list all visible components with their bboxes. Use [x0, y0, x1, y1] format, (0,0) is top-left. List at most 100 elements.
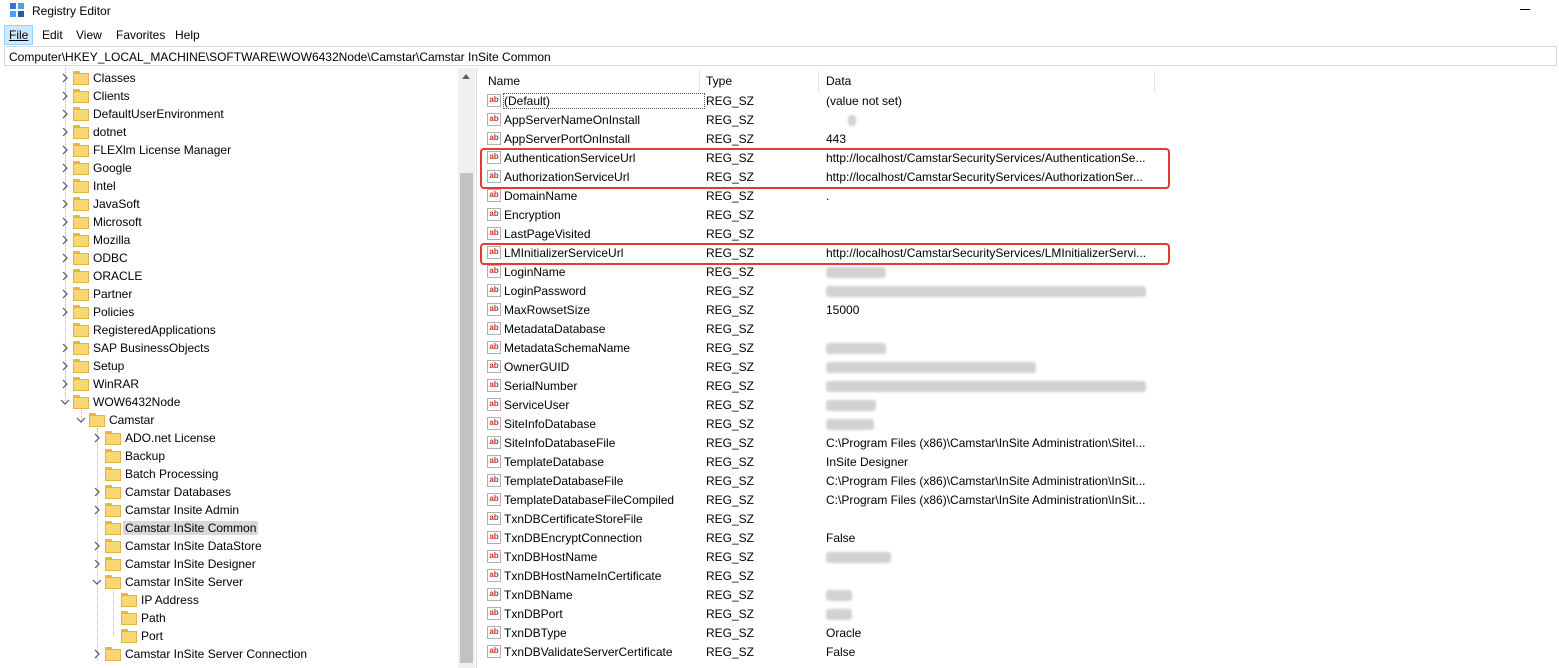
tree-item[interactable]: Port [0, 627, 456, 645]
tree-item[interactable]: DefaultUserEnvironment [0, 105, 456, 123]
menu-file[interactable]: File [4, 25, 34, 45]
tree-item[interactable]: Camstar InSite Server [0, 573, 456, 591]
column-separator[interactable] [818, 70, 819, 92]
chevron-right-icon[interactable] [92, 432, 102, 443]
scroll-thumb[interactable] [460, 173, 473, 663]
menu-help[interactable]: Help [171, 26, 204, 44]
tree-item[interactable]: Clients [0, 87, 456, 105]
tree-item[interactable]: WinRAR [0, 375, 456, 393]
chevron-right-icon[interactable] [60, 288, 70, 299]
tree-item[interactable]: Camstar Insite Admin [0, 501, 456, 519]
chevron-right-icon[interactable] [60, 270, 70, 281]
tree-scrollbar[interactable] [458, 68, 475, 668]
tree-item[interactable]: Camstar InSite DataStore [0, 537, 456, 555]
tree-item[interactable]: Camstar Databases [0, 483, 456, 501]
value-row[interactable]: ab SiteInfoDatabase REG_SZ [480, 415, 1559, 434]
chevron-right-icon[interactable] [60, 90, 70, 101]
chevron-right-icon[interactable] [60, 360, 70, 371]
chevron-right-icon[interactable] [60, 198, 70, 209]
tree-item[interactable]: Camstar InSite Designer [0, 555, 456, 573]
value-row[interactable]: ab TxnDBHostNameInCertificate REG_SZ [480, 567, 1559, 586]
value-row[interactable]: ab TxnDBPort REG_SZ [480, 605, 1559, 624]
value-row[interactable]: ab LoginName REG_SZ [480, 263, 1559, 282]
value-row[interactable]: ab TxnDBValidateServerCertificate REG_SZ Fa… [480, 643, 1559, 662]
tree-item[interactable]: Camstar InSite Server Connection [0, 645, 456, 663]
chevron-right-icon[interactable] [60, 216, 70, 227]
value-row[interactable]: ab OwnerGUID REG_SZ [480, 358, 1559, 377]
chevron-right-icon[interactable] [60, 144, 70, 155]
tree-item[interactable]: Camstar [0, 411, 456, 429]
chevron-right-icon[interactable] [60, 378, 70, 389]
tree-item[interactable]: JavaSoft [0, 195, 456, 213]
tree-item[interactable]: RegisteredApplications [0, 321, 456, 339]
value-row[interactable]: ab MaxRowsetSize REG_SZ 15000 [480, 301, 1559, 320]
column-separator[interactable] [699, 70, 700, 92]
scroll-up-icon[interactable] [462, 74, 470, 79]
value-row[interactable]: ab DomainName REG_SZ. [480, 187, 1559, 206]
value-row[interactable]: ab ServiceUser REG_SZ [480, 396, 1559, 415]
value-row[interactable]: ab TxnDBCertificateStoreFile REG_SZ [480, 510, 1559, 529]
tree-item[interactable]: FLEXlm License Manager [0, 141, 456, 159]
column-header-data[interactable]: Data [826, 72, 851, 90]
value-row[interactable]: ab TemplateDatabase REG_SZ InSite Designer [480, 453, 1559, 472]
value-row[interactable]: ab TemplateDatabaseFile REG_SZ C:\Program F… [480, 472, 1559, 491]
tree-item[interactable]: dotnet [0, 123, 456, 141]
value-row[interactable]: ab AppServerNameOnInstall REG_SZ [480, 111, 1559, 130]
tree-item[interactable]: WOW6432Node [0, 393, 456, 411]
column-separator[interactable] [1154, 70, 1155, 92]
tree-item[interactable]: Microsoft [0, 213, 456, 231]
chevron-right-icon[interactable] [60, 252, 70, 263]
chevron-right-icon[interactable] [60, 306, 70, 317]
chevron-down-icon[interactable] [60, 396, 70, 406]
address-bar[interactable]: Computer\HKEY_LOCAL_MACHINE\SOFTWARE\WOW… [4, 46, 1557, 66]
tree-item[interactable]: Classes [0, 69, 456, 87]
value-row[interactable]: ab TxnDBEncryptConnection REG_SZ False [480, 529, 1559, 548]
column-header-type[interactable]: Type [706, 72, 732, 90]
chevron-right-icon[interactable] [92, 504, 102, 515]
chevron-right-icon[interactable] [60, 126, 70, 137]
chevron-right-icon[interactable] [60, 234, 70, 245]
value-row[interactable]: ab TxnDBName REG_SZ [480, 586, 1559, 605]
value-row[interactable]: ab LastPageVisited REG_SZ [480, 225, 1559, 244]
value-row[interactable]: ab MetadataDatabase REG_SZ [480, 320, 1559, 339]
chevron-down-icon[interactable] [76, 414, 86, 424]
value-row[interactable]: ab Encryption REG_SZ [480, 206, 1559, 225]
value-row[interactable]: ab TxnDBHostName REG_SZ [480, 548, 1559, 567]
chevron-right-icon[interactable] [60, 180, 70, 191]
tree-item[interactable]: Camstar InSite Common [0, 519, 456, 537]
tree-item[interactable]: Setup [0, 357, 456, 375]
tree-item[interactable]: Path [0, 609, 456, 627]
tree-item[interactable]: ORACLE [0, 267, 456, 285]
chevron-down-icon[interactable] [92, 576, 102, 586]
menu-favorites[interactable]: Favorites [112, 26, 169, 44]
tree-item[interactable]: Policies [0, 303, 456, 321]
value-row[interactable]: ab LoginPassword REG_SZ [480, 282, 1559, 301]
tree-item[interactable]: Partner [0, 285, 456, 303]
tree-item[interactable]: ADO.net License [0, 429, 456, 447]
value-row[interactable]: ab SiteInfoDatabaseFile REG_SZ C:\Program F… [480, 434, 1559, 453]
tree-item[interactable]: Mozilla [0, 231, 456, 249]
chevron-right-icon[interactable] [60, 342, 70, 353]
menu-edit[interactable]: Edit [38, 26, 67, 44]
menu-view[interactable]: View [72, 26, 106, 44]
value-row[interactable]: ab TxnDBType REG_SZ Oracle [480, 624, 1559, 643]
chevron-right-icon[interactable] [92, 486, 102, 497]
tree-item[interactable]: IP Address [0, 591, 456, 609]
chevron-right-icon[interactable] [60, 162, 70, 173]
value-row[interactable]: ab TemplateDatabaseFileCompiled REG_SZ C:\P… [480, 491, 1559, 510]
chevron-right-icon[interactable] [60, 108, 70, 119]
tree-item[interactable]: Backup [0, 447, 456, 465]
column-header-name[interactable]: Name [488, 72, 520, 90]
value-row[interactable]: ab MetadataSchemaName REG_SZ [480, 339, 1559, 358]
chevron-right-icon[interactable] [60, 72, 70, 83]
tree-item[interactable]: SAP BusinessObjects [0, 339, 456, 357]
chevron-right-icon[interactable] [92, 648, 102, 659]
value-row[interactable]: ab AppServerPortOnInstall REG_SZ 443 [480, 130, 1559, 149]
tree-item[interactable]: Batch Processing [0, 465, 456, 483]
value-row[interactable]: ab (Default) REG_SZ (value not set) [480, 92, 1559, 111]
tree-item[interactable]: Intel [0, 177, 456, 195]
tree-item[interactable]: ODBC [0, 249, 456, 267]
chevron-right-icon[interactable] [92, 558, 102, 569]
value-row[interactable]: ab SerialNumber REG_SZ [480, 377, 1559, 396]
tree-item[interactable]: Google [0, 159, 456, 177]
